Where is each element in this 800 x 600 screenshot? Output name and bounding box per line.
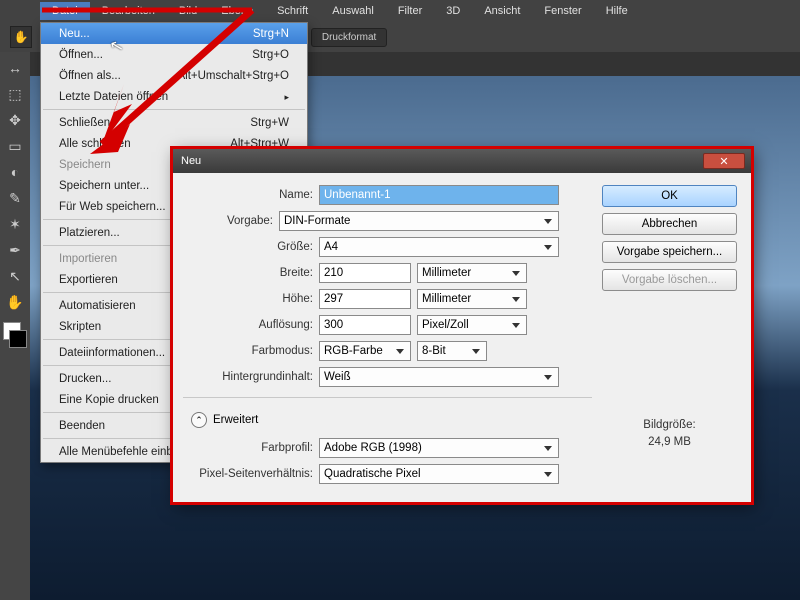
- bitdepth-select[interactable]: 8-Bit: [417, 341, 487, 361]
- file-menu-item[interactable]: SchließenStrg+W: [41, 112, 307, 133]
- file-menu-item[interactable]: Öffnen als...Alt+Umschalt+Strg+O: [41, 65, 307, 86]
- app-menubar: DateiBearbeitenBildEbeneSchriftAuswahlFi…: [0, 0, 800, 22]
- resolution-label: Auflösung:: [183, 319, 313, 331]
- menu-schrift[interactable]: Schrift: [265, 2, 320, 20]
- close-button[interactable]: ✕: [703, 153, 745, 169]
- advanced-toggle[interactable]: ⌃ Erweitert: [191, 412, 592, 428]
- size-select[interactable]: A4: [319, 237, 559, 257]
- background-label: Hintergrundinhalt:: [183, 371, 313, 383]
- width-input[interactable]: [319, 263, 411, 283]
- profile-select[interactable]: Adobe RGB (1998): [319, 438, 559, 458]
- preset-label: Vorgabe:: [183, 215, 273, 227]
- profile-label: Farbprofil:: [183, 442, 313, 454]
- hand-tool-preset-icon[interactable]: ✋: [10, 26, 32, 48]
- size-label: Größe:: [183, 241, 313, 253]
- height-input[interactable]: [319, 289, 411, 309]
- menu-bearbeiten[interactable]: Bearbeiten: [90, 2, 167, 20]
- tool-button[interactable]: ✋: [3, 290, 27, 314]
- background-swatch[interactable]: [9, 330, 27, 348]
- preset-select[interactable]: DIN-Formate: [279, 211, 559, 231]
- ok-button[interactable]: OK: [602, 185, 737, 207]
- pixelaspect-label: Pixel-Seitenverhältnis:: [183, 468, 313, 480]
- pixelaspect-select[interactable]: Quadratische Pixel: [319, 464, 559, 484]
- tool-button[interactable]: ✒: [3, 238, 27, 262]
- tool-button[interactable]: ↔: [3, 56, 27, 80]
- height-unit-select[interactable]: Millimeter: [417, 289, 527, 309]
- file-menu-item[interactable]: Letzte Dateien öffnen: [41, 86, 307, 107]
- menu-filter[interactable]: Filter: [386, 2, 434, 20]
- collapse-icon: ⌃: [191, 412, 207, 428]
- height-label: Höhe:: [183, 293, 313, 305]
- width-unit-select[interactable]: Millimeter: [417, 263, 527, 283]
- option-button[interactable]: Druckformat: [311, 28, 387, 47]
- tool-button[interactable]: ✥: [3, 108, 27, 132]
- menu-auswahl[interactable]: Auswahl: [320, 2, 386, 20]
- menu-bild[interactable]: Bild: [167, 2, 209, 20]
- new-document-dialog: Neu ✕ Name: Vorgabe: DIN-Formate Größe: …: [172, 148, 752, 503]
- colormode-label: Farbmodus:: [183, 345, 313, 357]
- resolution-input[interactable]: [319, 315, 411, 335]
- file-menu-item[interactable]: Neu...Strg+N: [41, 23, 307, 44]
- tools-column: ↔⬚✥▭◐✎✶✒↖✋: [0, 52, 30, 600]
- cancel-button[interactable]: Abbrechen: [602, 213, 737, 235]
- tool-button[interactable]: ◐: [3, 160, 27, 184]
- tool-button[interactable]: ⬚: [3, 82, 27, 106]
- save-preset-button[interactable]: Vorgabe speichern...: [602, 241, 737, 263]
- file-menu-item[interactable]: Öffnen...Strg+O: [41, 44, 307, 65]
- menu-hilfe[interactable]: Hilfe: [594, 2, 640, 20]
- dialog-title: Neu: [181, 155, 201, 167]
- tool-button[interactable]: ↖: [3, 264, 27, 288]
- menu-ebene[interactable]: Ebene: [209, 2, 265, 20]
- tool-button[interactable]: ▭: [3, 134, 27, 158]
- delete-preset-button[interactable]: Vorgabe löschen...: [602, 269, 737, 291]
- image-size-readout: Bildgröße: 24,9 MB: [602, 417, 737, 452]
- dialog-titlebar[interactable]: Neu ✕: [173, 149, 751, 173]
- name-input[interactable]: [319, 185, 559, 205]
- width-label: Breite:: [183, 267, 313, 279]
- tool-button[interactable]: ✶: [3, 212, 27, 236]
- colormode-select[interactable]: RGB-Farbe: [319, 341, 411, 361]
- background-select[interactable]: Weiß: [319, 367, 559, 387]
- menu-ansicht[interactable]: Ansicht: [472, 2, 532, 20]
- resolution-unit-select[interactable]: Pixel/Zoll: [417, 315, 527, 335]
- menu-3d[interactable]: 3D: [434, 2, 472, 20]
- name-label: Name:: [183, 189, 313, 201]
- menu-fenster[interactable]: Fenster: [532, 2, 593, 20]
- tool-button[interactable]: ✎: [3, 186, 27, 210]
- menu-datei[interactable]: Datei: [40, 2, 90, 20]
